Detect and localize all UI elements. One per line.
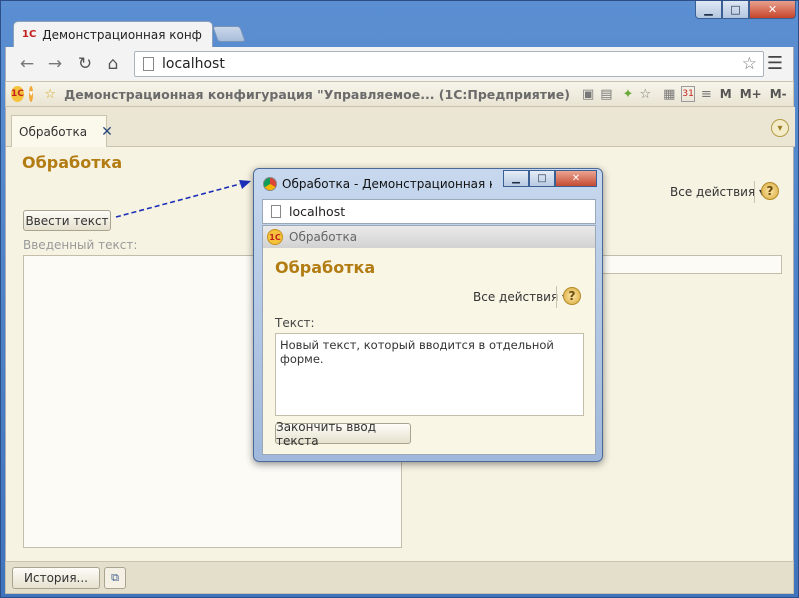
popup-heading: Обработка bbox=[275, 258, 376, 277]
popup-address-bar[interactable]: localhost bbox=[262, 199, 596, 224]
popup-close-button[interactable]: ✕ bbox=[555, 170, 597, 187]
finish-input-button[interactable]: Закончить ввод текста bbox=[275, 420, 411, 448]
popup-text-input[interactable]: Новый текст, который вводится в отдельно… bbox=[275, 333, 584, 416]
page-icon bbox=[271, 205, 281, 218]
popup-minimize-button[interactable]: ▁ bbox=[503, 170, 529, 187]
popup-window-controls: ▁ □ ✕ bbox=[503, 170, 597, 187]
arrow-line bbox=[115, 183, 241, 218]
popup-body: 1С Обработка Обработка Все действия ▾ ? … bbox=[262, 225, 596, 455]
popup-text-label: Текст: bbox=[275, 316, 315, 330]
popup-header: 1С Обработка bbox=[263, 226, 595, 248]
popup-title: Обработка - Демонстрационная ко bbox=[282, 177, 492, 191]
separator bbox=[556, 286, 557, 308]
popup-help-icon[interactable]: ? bbox=[563, 287, 581, 305]
chrome-icon bbox=[263, 177, 277, 191]
popup-all-actions-menu[interactable]: Все действия ▾ bbox=[473, 290, 568, 304]
popup-window: Обработка - Демонстрационная ко ▁ □ ✕ lo… bbox=[253, 168, 603, 462]
popup-maximize-button[interactable]: □ bbox=[529, 170, 555, 187]
popup-address-text: localhost bbox=[289, 204, 346, 219]
arrow-head bbox=[239, 180, 251, 189]
popup-header-title: Обработка bbox=[289, 230, 358, 244]
1c-logo-icon: 1С bbox=[267, 229, 283, 245]
